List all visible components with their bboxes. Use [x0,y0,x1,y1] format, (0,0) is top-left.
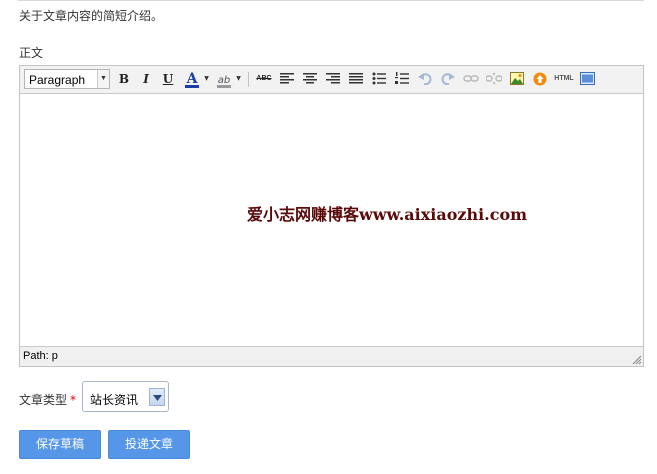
font-color-dropdown[interactable]: ▼ [203,70,210,88]
editor-statusbar: Path: p [20,346,643,366]
toolbar-separator [248,72,249,87]
category-select[interactable]: 站长资讯 [82,381,169,412]
submit-article-button[interactable]: 投递文章 [108,430,190,459]
category-label: 文章类型 * [19,391,76,408]
chevron-down-icon: ▼ [97,70,109,88]
watermark-text: 爱小志网赚博客www.aixiaozhi.com [247,205,528,224]
numbered-list-icon [395,72,409,84]
chevron-down-icon [149,388,165,406]
excerpt-hint: 关于文章内容的简短介绍。 [19,9,164,23]
font-color-button[interactable]: A [183,70,201,88]
unlink-icon [486,72,502,85]
fullscreen-button[interactable] [578,70,596,88]
bullet-list-button[interactable] [370,70,388,88]
strikethrough-button[interactable]: ABC [255,70,273,88]
align-center-button[interactable] [301,70,319,88]
bold-button[interactable]: B [115,70,133,88]
link-icon [463,75,479,82]
body-label: 正文 [19,46,44,60]
underline-button[interactable]: U [159,70,177,88]
category-select-value: 站长资讯 [90,393,139,407]
unlink-button[interactable] [485,70,503,88]
numbered-list-button[interactable] [393,70,411,88]
required-marker: * [70,393,77,407]
undo-button[interactable] [416,70,434,88]
image-button[interactable] [508,70,526,88]
bullet-list-icon [372,72,386,85]
align-center-icon [303,73,317,84]
align-right-button[interactable] [324,70,342,88]
upload-icon [533,72,547,86]
align-left-button[interactable] [278,70,296,88]
image-icon [510,72,524,85]
redo-icon [441,73,455,85]
highlight-swatch [217,85,231,88]
format-select[interactable]: Paragraph ▼ [24,69,110,89]
element-path: Path: p [23,350,58,362]
italic-button[interactable]: I [137,70,155,88]
save-draft-button[interactable]: 保存草稿 [19,430,101,459]
fullscreen-icon [579,72,595,85]
highlight-dropdown[interactable]: ▼ [235,70,242,88]
html-source-button[interactable]: HTML [553,70,575,88]
category-label-text: 文章类型 [19,393,68,407]
undo-icon [418,73,432,85]
highlight-button[interactable]: ab [215,70,233,88]
editor-toolbar: Paragraph ▼ B I U A ▼ ab ▼ ABC HTML [20,66,643,94]
align-right-icon [326,73,340,84]
align-justify-icon [349,73,363,84]
upload-button[interactable] [531,70,549,88]
resize-handle-icon[interactable] [630,353,642,365]
align-justify-button[interactable] [347,70,365,88]
align-left-icon [280,73,294,84]
link-button[interactable] [462,70,480,88]
rich-text-editor: Paragraph ▼ B I U A ▼ ab ▼ ABC HTML 爱小志网… [19,65,644,367]
redo-button[interactable] [439,70,457,88]
format-select-value: Paragraph [29,73,86,87]
top-divider [18,0,644,1]
font-color-swatch [185,85,199,88]
editor-content[interactable]: 爱小志网赚博客www.aixiaozhi.com [20,94,643,347]
